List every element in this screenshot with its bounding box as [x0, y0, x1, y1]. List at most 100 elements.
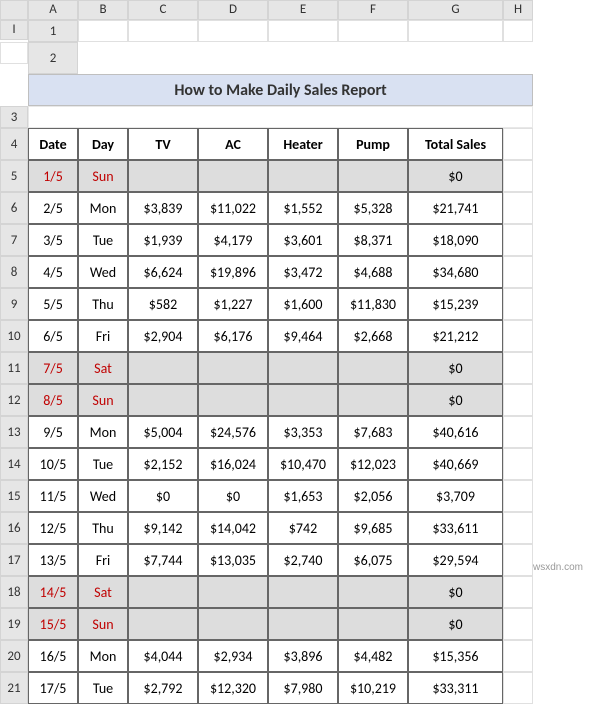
td-tv[interactable]: $1,939: [128, 224, 198, 256]
row-header-19[interactable]: 19: [0, 608, 28, 640]
td-ac[interactable]: $0: [198, 480, 268, 512]
row-header-6[interactable]: 6: [0, 192, 28, 224]
col-header-C[interactable]: C: [128, 0, 198, 20]
col-header-D[interactable]: D: [198, 0, 268, 20]
td-day[interactable]: Sun: [78, 608, 128, 640]
td-pump[interactable]: $6,075: [338, 544, 408, 576]
td-total[interactable]: $0: [408, 352, 503, 384]
cell-blank[interactable]: [503, 640, 533, 672]
td-day[interactable]: Thu: [78, 288, 128, 320]
row-header-1[interactable]: 1: [28, 20, 78, 42]
td-date[interactable]: 11/5: [28, 480, 78, 512]
td-tv[interactable]: $4,044: [128, 640, 198, 672]
td-date[interactable]: 5/5: [28, 288, 78, 320]
td-heater[interactable]: $1,552: [268, 192, 338, 224]
td-day[interactable]: Sat: [78, 352, 128, 384]
row-header-10[interactable]: 10: [0, 320, 28, 352]
cell-blank[interactable]: [503, 608, 533, 640]
td-pump[interactable]: $10,219: [338, 672, 408, 704]
td-pump[interactable]: [338, 576, 408, 608]
td-date[interactable]: 8/5: [28, 384, 78, 416]
row-header-13[interactable]: 13: [0, 416, 28, 448]
td-pump[interactable]: $8,371: [338, 224, 408, 256]
td-ac[interactable]: $11,022: [198, 192, 268, 224]
row-header-4[interactable]: 4: [0, 128, 28, 160]
td-total[interactable]: $0: [408, 384, 503, 416]
td-total[interactable]: $18,090: [408, 224, 503, 256]
td-date[interactable]: 6/5: [28, 320, 78, 352]
cell-blank[interactable]: [503, 544, 533, 576]
row-header-21[interactable]: 21: [0, 672, 28, 704]
row-header-16[interactable]: 16: [0, 512, 28, 544]
td-total[interactable]: $21,741: [408, 192, 503, 224]
col-header-H[interactable]: H: [503, 0, 533, 20]
td-tv[interactable]: [128, 384, 198, 416]
td-ac[interactable]: [198, 608, 268, 640]
td-day[interactable]: Wed: [78, 256, 128, 288]
cell-blank[interactable]: [503, 480, 533, 512]
cell-blank[interactable]: [503, 20, 533, 42]
td-day[interactable]: Tue: [78, 224, 128, 256]
td-date[interactable]: 10/5: [28, 448, 78, 480]
td-tv[interactable]: [128, 608, 198, 640]
td-date[interactable]: 2/5: [28, 192, 78, 224]
td-ac[interactable]: $6,176: [198, 320, 268, 352]
row-header-7[interactable]: 7: [0, 224, 28, 256]
td-heater[interactable]: [268, 576, 338, 608]
td-pump[interactable]: $11,830: [338, 288, 408, 320]
cell-blank[interactable]: [503, 320, 533, 352]
th-ac[interactable]: AC: [198, 128, 268, 160]
td-ac[interactable]: $12,320: [198, 672, 268, 704]
cell-blank[interactable]: [408, 20, 503, 42]
td-pump[interactable]: $4,688: [338, 256, 408, 288]
th-tv[interactable]: TV: [128, 128, 198, 160]
td-heater[interactable]: $1,600: [268, 288, 338, 320]
td-total[interactable]: $40,616: [408, 416, 503, 448]
td-tv[interactable]: $7,744: [128, 544, 198, 576]
td-pump[interactable]: [338, 160, 408, 192]
col-header-I[interactable]: I: [0, 20, 28, 40]
td-ac[interactable]: $19,896: [198, 256, 268, 288]
td-tv[interactable]: $2,152: [128, 448, 198, 480]
td-tv[interactable]: $5,004: [128, 416, 198, 448]
select-all-corner[interactable]: [0, 0, 28, 20]
cell-blank[interactable]: [268, 20, 338, 42]
td-day[interactable]: Sun: [78, 160, 128, 192]
td-total[interactable]: $33,311: [408, 672, 503, 704]
td-total[interactable]: $15,239: [408, 288, 503, 320]
td-heater[interactable]: $10,470: [268, 448, 338, 480]
td-heater[interactable]: [268, 352, 338, 384]
td-ac[interactable]: [198, 576, 268, 608]
row-header-5[interactable]: 5: [0, 160, 28, 192]
td-ac[interactable]: [198, 352, 268, 384]
td-day[interactable]: Sat: [78, 576, 128, 608]
th-day[interactable]: Day: [78, 128, 128, 160]
row-header-9[interactable]: 9: [0, 288, 28, 320]
td-ac[interactable]: $16,024: [198, 448, 268, 480]
td-total[interactable]: $0: [408, 160, 503, 192]
td-total[interactable]: $0: [408, 608, 503, 640]
td-heater[interactable]: $3,601: [268, 224, 338, 256]
cell-blank[interactable]: [503, 128, 533, 160]
col-header-E[interactable]: E: [268, 0, 338, 20]
td-date[interactable]: 4/5: [28, 256, 78, 288]
td-total[interactable]: $33,611: [408, 512, 503, 544]
td-date[interactable]: 3/5: [28, 224, 78, 256]
td-heater[interactable]: $742: [268, 512, 338, 544]
td-day[interactable]: Fri: [78, 320, 128, 352]
blank-row[interactable]: [28, 106, 533, 128]
td-day[interactable]: Tue: [78, 672, 128, 704]
td-ac[interactable]: $14,042: [198, 512, 268, 544]
cell-blank[interactable]: [503, 576, 533, 608]
td-pump[interactable]: $12,023: [338, 448, 408, 480]
td-date[interactable]: 14/5: [28, 576, 78, 608]
td-date[interactable]: 13/5: [28, 544, 78, 576]
row-header-8[interactable]: 8: [0, 256, 28, 288]
td-tv[interactable]: $6,624: [128, 256, 198, 288]
td-total[interactable]: $3,709: [408, 480, 503, 512]
td-ac[interactable]: $24,576: [198, 416, 268, 448]
th-pump[interactable]: Pump: [338, 128, 408, 160]
td-total[interactable]: $0: [408, 576, 503, 608]
row-header-12[interactable]: 12: [0, 384, 28, 416]
td-ac[interactable]: [198, 160, 268, 192]
